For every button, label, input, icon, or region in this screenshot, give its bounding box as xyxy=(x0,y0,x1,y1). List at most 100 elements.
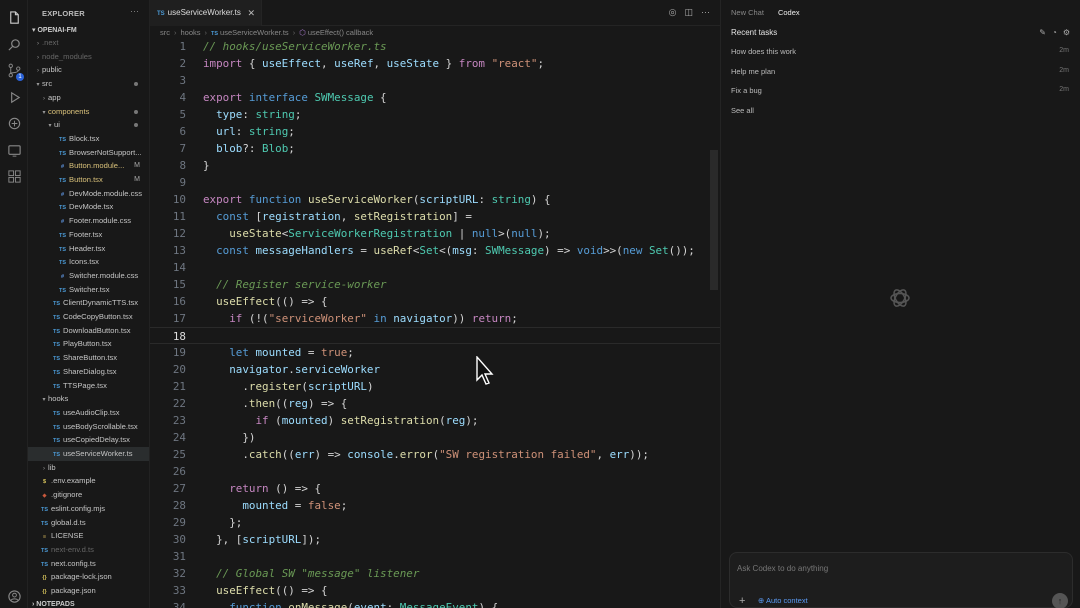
tree-file[interactable]: TS ShareButton.tsx xyxy=(28,351,149,365)
tree-file[interactable]: # Button.module... M xyxy=(28,159,149,173)
more-actions-icon[interactable]: ··· xyxy=(130,6,139,16)
tree-file[interactable]: TS Button.tsx M xyxy=(28,173,149,187)
code-line[interactable]: 16 useEffect(() => { xyxy=(150,293,720,310)
breadcrumb-item[interactable]: ⬡ useEffect() callback xyxy=(299,28,373,37)
code-line[interactable]: 19 let mounted = true; xyxy=(150,344,720,361)
tree-file[interactable]: TS Header.tsx xyxy=(28,242,149,256)
tab-useServiceWorker[interactable]: TS useServiceWorker.ts ✕ xyxy=(150,0,262,26)
add-context-icon[interactable]: + xyxy=(739,595,745,607)
code-line[interactable]: 33 useEffect(() => { xyxy=(150,582,720,599)
search-icon[interactable] xyxy=(7,37,22,52)
code-line[interactable]: 30 }, [scriptURL]); xyxy=(150,531,720,548)
tree-file[interactable]: TS BrowserNotSupport... xyxy=(28,146,149,160)
tree-file[interactable]: TS useServiceWorker.ts xyxy=(28,447,149,461)
tree-file[interactable]: ◆ .gitignore xyxy=(28,488,149,502)
split-editor-icon[interactable]: ◫ xyxy=(684,7,693,17)
code-line[interactable]: 11 const [registration, setRegistration]… xyxy=(150,208,720,225)
code-line[interactable]: 6 url: string; xyxy=(150,123,720,140)
tree-folder[interactable]: › .next xyxy=(28,36,149,50)
code-line[interactable]: 12 useState<ServiceWorkerRegistration | … xyxy=(150,225,720,242)
composer-input[interactable] xyxy=(737,564,1037,573)
code-line[interactable]: 28 mounted = false; xyxy=(150,497,720,514)
tree-file[interactable]: TS Switcher.tsx xyxy=(28,283,149,297)
remote-explorer-icon[interactable] xyxy=(7,143,22,158)
code-line[interactable]: 25 .catch((err) => console.error("SW reg… xyxy=(150,446,720,463)
tree-file[interactable]: TS DownloadButton.tsx xyxy=(28,324,149,338)
more-icon[interactable]: ··· xyxy=(701,7,710,17)
code-line[interactable]: 9 xyxy=(150,174,720,191)
globe-icon[interactable]: ◎ xyxy=(669,7,677,17)
code-line[interactable]: 24 }) xyxy=(150,429,720,446)
extensions-blocks-icon[interactable] xyxy=(7,169,22,184)
new-task-icon[interactable]: ✎ xyxy=(1039,28,1046,37)
files-icon[interactable] xyxy=(7,10,22,25)
tree-folder[interactable]: › app xyxy=(28,91,149,105)
panel-tab[interactable]: Codex xyxy=(778,8,800,17)
tree-file[interactable]: ≡ LICENSE xyxy=(28,529,149,543)
accounts-icon[interactable] xyxy=(7,589,22,604)
tree-folder[interactable]: ▾ hooks xyxy=(28,392,149,406)
code-line[interactable]: 22 .then((reg) => { xyxy=(150,395,720,412)
code-line[interactable]: 27 return () => { xyxy=(150,480,720,497)
tree-file[interactable]: TS ClientDynamicTTS.tsx xyxy=(28,296,149,310)
project-section[interactable]: ▾ OPENAI-FM xyxy=(32,26,77,34)
tree-file[interactable]: # Footer.module.css xyxy=(28,214,149,228)
recent-task-item[interactable]: Fix a bug 2m xyxy=(731,86,1071,95)
send-button[interactable]: ↑ xyxy=(1052,593,1068,608)
breadcrumb-item[interactable]: hooks xyxy=(181,28,201,37)
code-line[interactable]: 17 if (!("serviceWorker" in navigator)) … xyxy=(150,310,720,327)
tree-folder[interactable]: ▾ components xyxy=(28,105,149,119)
tree-file[interactable]: TS eslint.config.mjs xyxy=(28,502,149,516)
tree-file[interactable]: {} package-lock.json xyxy=(28,570,149,584)
tree-file[interactable]: TS TTSPage.tsx xyxy=(28,379,149,393)
recent-task-item[interactable]: How does this work 2m xyxy=(731,47,1071,56)
code-line[interactable]: 26 xyxy=(150,463,720,480)
recent-task-item[interactable]: Help me plan 2m xyxy=(731,67,1071,76)
code-line[interactable]: 13 const messageHandlers = useRef<Set<(m… xyxy=(150,242,720,259)
code-line[interactable]: 8} xyxy=(150,157,720,174)
code-line[interactable]: 23 if (mounted) setRegistration(reg); xyxy=(150,412,720,429)
tree-folder[interactable]: › lib xyxy=(28,461,149,475)
settings-icon[interactable]: ⚙ xyxy=(1063,28,1070,37)
tree-file[interactable]: TS useBodyScrollable.tsx xyxy=(28,420,149,434)
tree-folder[interactable]: › public xyxy=(28,63,149,77)
panel-tab[interactable]: New Chat xyxy=(731,8,764,17)
tree-file[interactable]: TS Icons.tsx xyxy=(28,255,149,269)
breadcrumb-item[interactable]: TS useServiceWorker.ts xyxy=(211,28,289,37)
code-line[interactable]: 3 xyxy=(150,72,720,89)
tree-file[interactable]: TS ShareDialog.tsx xyxy=(28,365,149,379)
tree-folder[interactable]: ▾ src xyxy=(28,77,149,91)
code-line[interactable]: 32 // Global SW "message" listener xyxy=(150,565,720,582)
see-all-link[interactable]: See all xyxy=(731,106,1071,115)
tree-file[interactable]: # Switcher.module.css xyxy=(28,269,149,283)
tree-folder[interactable]: › node_modules xyxy=(28,50,149,64)
code-line[interactable]: 31 xyxy=(150,548,720,565)
tree-file[interactable]: {} package.json xyxy=(28,584,149,598)
run-debug-icon[interactable] xyxy=(7,90,22,105)
extensions-icon[interactable] xyxy=(7,116,22,131)
code-line[interactable]: 18 xyxy=(150,327,720,344)
code-line[interactable]: 34 function onMessage(event: MessageEven… xyxy=(150,599,720,608)
code-line[interactable]: 15 // Register service-worker xyxy=(150,276,720,293)
code-line[interactable]: 1 // hooks/useServiceWorker.ts xyxy=(150,38,720,55)
auto-context-toggle[interactable]: ⊕ Auto context xyxy=(758,596,808,605)
code-line[interactable]: 29 }; xyxy=(150,514,720,531)
tree-file[interactable]: TS DevMode.tsx xyxy=(28,200,149,214)
tree-file[interactable]: TS Block.tsx xyxy=(28,132,149,146)
scrollbar-thumb[interactable] xyxy=(710,150,718,290)
history-icon[interactable]: ◔ xyxy=(1052,28,1057,37)
code-line[interactable]: 7 blob?: Blob; xyxy=(150,140,720,157)
tree-file[interactable]: TS next-env.d.ts xyxy=(28,543,149,557)
tree-file[interactable]: TS CodeCopyButton.tsx xyxy=(28,310,149,324)
tree-file[interactable]: # DevMode.module.css xyxy=(28,187,149,201)
code-area[interactable]: 1 // hooks/useServiceWorker.ts 2 import { u… xyxy=(150,38,720,608)
tree-file[interactable]: TS Footer.tsx xyxy=(28,228,149,242)
notepads-section[interactable]: › NOTEPADS xyxy=(32,601,75,608)
tree-folder[interactable]: ▾ ui xyxy=(28,118,149,132)
code-line[interactable]: 4 export interface SWMessage { xyxy=(150,89,720,106)
code-line[interactable]: 21 .register(scriptURL) xyxy=(150,378,720,395)
tree-file[interactable]: TS global.d.ts xyxy=(28,516,149,530)
tree-file[interactable]: TS useCopiedDelay.tsx xyxy=(28,433,149,447)
code-line[interactable]: 14 xyxy=(150,259,720,276)
tree-file[interactable]: TS useAudioClip.tsx xyxy=(28,406,149,420)
